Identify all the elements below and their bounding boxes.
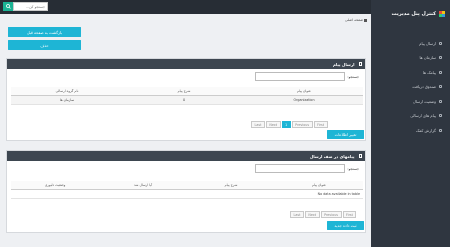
- sidebar-item-label: صندوق دریافت: [412, 84, 436, 90]
- sidebar-item-send-status[interactable]: وضعیت ارسال: [371, 94, 450, 109]
- pager-last[interactable]: Last: [290, 211, 304, 218]
- table-header-row: وضعیت دلیوری آیا ارسال شد شرح پیام عنوان…: [11, 181, 363, 190]
- sidebar: کنترل پنل مدیریت ارسال پیام سازمان ها پی…: [371, 0, 450, 247]
- search-label: جستجو:: [347, 166, 359, 171]
- table-header-row: نام گروه ارسالی شرح پیام عنوان پیام: [11, 87, 363, 96]
- empty-table-message: No data available in table: [11, 189, 363, 199]
- top-bar: [0, 0, 371, 14]
- table-row: No data available in table: [11, 189, 363, 199]
- pager-next[interactable]: Next: [304, 211, 320, 218]
- send-icon: [439, 41, 442, 45]
- pager-first[interactable]: First: [313, 121, 328, 128]
- column-header[interactable]: شرح پیام: [187, 181, 275, 190]
- table-filter: جستجو:: [255, 164, 359, 173]
- grid-icon: [358, 62, 362, 66]
- pager-next[interactable]: Next: [265, 121, 281, 128]
- search-label: جستجو:: [347, 74, 359, 79]
- sidebar-item-send-message[interactable]: ارسال پیام: [371, 36, 450, 51]
- pager-last[interactable]: Last: [251, 121, 265, 128]
- sidebar-item-help-report[interactable]: گزارش کمک: [371, 123, 450, 138]
- column-header[interactable]: وضعیت دلیوری: [11, 181, 99, 190]
- add-new-button[interactable]: ثبت داده جدید: [327, 221, 364, 230]
- delete-button[interactable]: حذف: [8, 40, 81, 50]
- send-message-panel: ارسال پیام جستجو: نام گروه ارسالی شرح پی…: [6, 58, 366, 141]
- table-filter: جستجو:: [255, 72, 359, 81]
- sidebar-item-sent-messages[interactable]: پیام های ارسالی: [371, 109, 450, 124]
- queue-table: وضعیت دلیوری آیا ارسال شد شرح پیام عنوان…: [11, 181, 363, 199]
- pager-previous[interactable]: Previous: [320, 211, 342, 218]
- brand: کنترل پنل مدیریت: [371, 0, 450, 28]
- table-row[interactable]: سازمان ها 0 Organization: [11, 95, 363, 105]
- inbox-icon: [439, 85, 442, 89]
- pager-previous[interactable]: Previous: [291, 121, 313, 128]
- edit-info-button[interactable]: تغییر اطلاعات: [327, 130, 364, 139]
- sidebar-item-label: سازمان ها: [419, 55, 436, 61]
- breadcrumb: صفحه اصلی: [6, 18, 371, 24]
- organization-icon: [439, 56, 442, 60]
- sent-icon: [439, 114, 442, 118]
- sidebar-item-label: گزارش کمک: [415, 127, 436, 133]
- column-header[interactable]: آیا ارسال شد: [99, 181, 187, 190]
- column-header[interactable]: نام گروه ارسالی: [11, 87, 123, 96]
- search-icon: [5, 4, 11, 9]
- back-button[interactable]: بازگشت به صفحه قبل: [8, 27, 81, 37]
- brand-logo-icon: [439, 11, 445, 17]
- column-header[interactable]: عنوان پیام: [245, 87, 363, 96]
- sidebar-item-label: پیامک ها: [422, 69, 436, 75]
- search-input[interactable]: [13, 2, 48, 11]
- queued-messages-panel: پیامهای در صف ارسال جستجو: وضعیت دلیوری …: [6, 150, 366, 233]
- pager-page-1[interactable]: 1: [281, 121, 291, 128]
- table-cell: سازمان ها: [11, 95, 123, 105]
- breadcrumb-home[interactable]: صفحه اصلی: [345, 18, 363, 22]
- grid-icon: [358, 154, 362, 158]
- panel-title: ارسال پیام: [332, 61, 355, 67]
- column-header[interactable]: شرح پیام: [123, 87, 245, 96]
- sidebar-item-organizations[interactable]: سازمان ها: [371, 51, 450, 66]
- sidebar-item-label: وضعیت ارسال: [413, 98, 436, 104]
- sidebar-item-inbox[interactable]: صندوق دریافت: [371, 80, 450, 95]
- panel-title: پیامهای در صف ارسال: [309, 153, 355, 159]
- table-cell: Organization: [245, 95, 363, 105]
- sidebar-item-label: پیام های ارسالی: [410, 113, 436, 119]
- table-search-input[interactable]: [255, 164, 346, 173]
- table-cell: 0: [123, 95, 245, 105]
- home-icon: [364, 18, 367, 22]
- pagination: Last Next Previous First: [290, 211, 357, 218]
- pager-first[interactable]: First: [342, 211, 357, 218]
- brand-title: کنترل پنل مدیریت: [391, 11, 436, 17]
- sidebar-item-messages[interactable]: پیامک ها: [371, 65, 450, 80]
- status-icon: [439, 99, 442, 103]
- help-icon: [439, 128, 442, 132]
- panel-header: ارسال پیام: [7, 59, 365, 69]
- panel-header: پیامهای در صف ارسال: [7, 151, 365, 161]
- search-box: [3, 2, 48, 11]
- table-search-input[interactable]: [255, 72, 346, 81]
- search-button[interactable]: [3, 2, 13, 11]
- main-content: صفحه اصلی بازگشت به صفحه قبل حذف ارسال پ…: [0, 14, 371, 247]
- message-icon: [439, 70, 442, 74]
- sidebar-menu: ارسال پیام سازمان ها پیامک ها صندوق دریا…: [371, 36, 450, 138]
- pagination: Last Next 1 Previous First: [251, 121, 328, 128]
- messages-table: نام گروه ارسالی شرح پیام عنوان پیام سازم…: [11, 87, 363, 105]
- sidebar-item-label: ارسال پیام: [419, 40, 436, 46]
- column-header[interactable]: عنوان پیام: [275, 181, 363, 190]
